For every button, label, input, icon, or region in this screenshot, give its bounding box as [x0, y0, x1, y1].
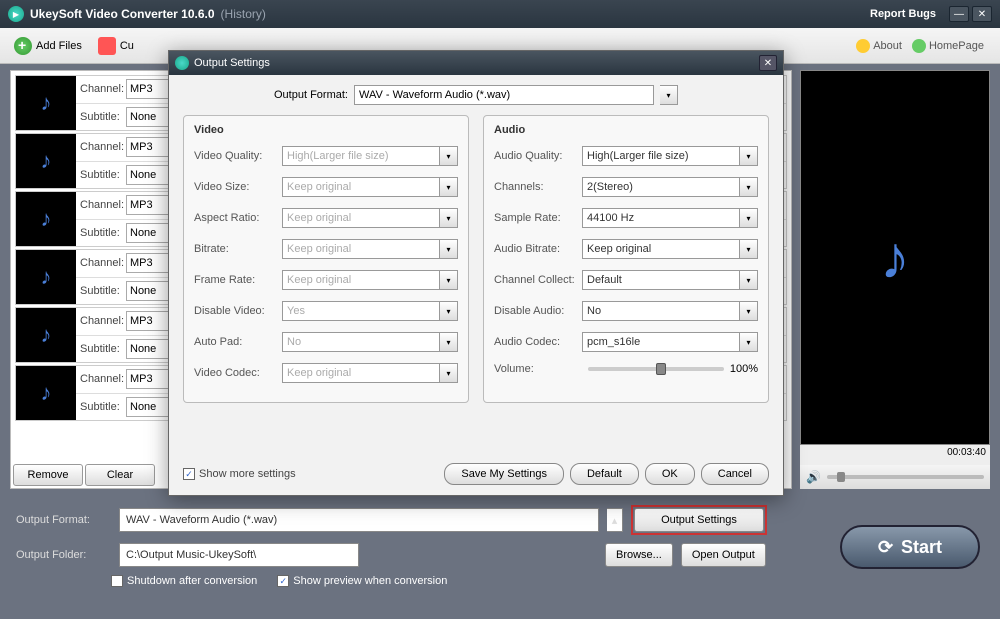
browse-button[interactable]: Browse...	[605, 543, 673, 567]
output-folder-field[interactable]	[119, 543, 359, 567]
clear-button[interactable]: Clear	[85, 464, 155, 486]
chevron-down-icon[interactable]: ▾	[440, 239, 458, 259]
preview-panel: ♪ 00:03:40 🔊	[800, 70, 990, 489]
audio-quality-select[interactable]	[582, 146, 740, 166]
dialog-close-button[interactable]: ✕	[759, 55, 777, 71]
app-title: UkeySoft Video Converter 10.6.0	[30, 7, 215, 21]
add-icon	[14, 37, 32, 55]
save-settings-button[interactable]: Save My Settings	[444, 463, 564, 485]
star-icon	[856, 39, 870, 53]
remove-button[interactable]: Remove	[13, 464, 83, 486]
dialog-logo-icon	[175, 56, 189, 70]
chevron-down-icon[interactable]: ▾	[740, 332, 758, 352]
video-quality-select[interactable]	[282, 146, 440, 166]
bottom-panel: Output Format: ▴ Output Settings Output …	[0, 495, 1000, 619]
volume-icon[interactable]: 🔊	[806, 470, 821, 484]
title-bar: UkeySoft Video Converter 10.6.0 (History…	[0, 0, 1000, 28]
report-bugs-link[interactable]: Report Bugs	[870, 8, 936, 20]
refresh-icon: ⟳	[878, 537, 893, 558]
output-folder-label: Output Folder:	[16, 549, 111, 561]
audio-codec-select[interactable]	[582, 332, 740, 352]
output-format-field[interactable]	[119, 508, 599, 532]
cut-icon	[98, 37, 116, 55]
thumbnail-icon: ♪	[16, 250, 76, 304]
preview-time: 00:03:40	[800, 445, 990, 465]
minimize-button[interactable]: —	[949, 6, 969, 22]
output-settings-dialog: Output Settings ✕ Output Format: ▾ Video…	[168, 50, 784, 496]
thumbnail-icon: ♪	[16, 192, 76, 246]
shutdown-checkbox[interactable]: Shutdown after conversion	[111, 575, 257, 587]
chevron-down-icon[interactable]: ▾	[740, 270, 758, 290]
about-link[interactable]: About	[856, 39, 902, 53]
chevron-down-icon[interactable]: ▾	[740, 301, 758, 321]
cancel-button[interactable]: Cancel	[701, 463, 769, 485]
thumbnail-icon: ♪	[16, 76, 76, 130]
video-frame-select[interactable]	[282, 270, 440, 290]
dialog-output-format-label: Output Format:	[274, 89, 348, 101]
audio-channels-select[interactable]	[582, 177, 740, 197]
volume-slider[interactable]	[827, 475, 984, 479]
chevron-down-icon[interactable]: ▾	[740, 177, 758, 197]
chevron-down-icon[interactable]: ▾	[740, 239, 758, 259]
app-logo-icon	[8, 6, 24, 22]
chevron-down-icon[interactable]: ▾	[440, 208, 458, 228]
audio-bitrate-select[interactable]	[582, 239, 740, 259]
home-icon	[912, 39, 926, 53]
show-more-checkbox[interactable]: ✓ Show more settings	[183, 468, 296, 480]
video-aspect-select[interactable]	[282, 208, 440, 228]
chevron-down-icon[interactable]: ▾	[740, 146, 758, 166]
chevron-down-icon[interactable]: ▾	[440, 301, 458, 321]
ok-button[interactable]: OK	[645, 463, 695, 485]
add-files-button[interactable]: Add Files	[6, 33, 90, 59]
default-button[interactable]: Default	[570, 463, 639, 485]
video-autopad-select[interactable]	[282, 332, 440, 352]
chevron-down-icon[interactable]: ▾	[440, 270, 458, 290]
preview-video[interactable]: ♪	[800, 70, 990, 445]
start-button[interactable]: ⟳ Start	[840, 525, 980, 569]
history-link[interactable]: (History)	[221, 7, 266, 21]
homepage-link[interactable]: HomePage	[912, 39, 984, 53]
output-format-label: Output Format:	[16, 514, 111, 526]
thumbnail-icon: ♪	[16, 134, 76, 188]
chevron-down-icon[interactable]: ▾	[440, 363, 458, 383]
video-bitrate-select[interactable]	[282, 239, 440, 259]
chevron-down-icon[interactable]: ▾	[440, 332, 458, 352]
chevron-down-icon[interactable]: ▾	[440, 146, 458, 166]
thumbnail-icon: ♪	[16, 308, 76, 362]
audio-panel: Audio Audio Quality:▾Channels:▾Sample Ra…	[483, 115, 769, 403]
thumbnail-icon: ♪	[16, 366, 76, 420]
video-panel: Video Video Quality:▾Video Size:▾Aspect …	[183, 115, 469, 403]
chevron-down-icon[interactable]: ▾	[740, 208, 758, 228]
chevron-down-icon[interactable]: ▾	[660, 85, 678, 105]
close-button[interactable]: ✕	[972, 6, 992, 22]
output-settings-highlight: Output Settings	[631, 505, 767, 535]
format-dropdown-icon[interactable]: ▴	[607, 508, 623, 532]
dialog-output-format-select[interactable]	[354, 85, 654, 105]
dialog-title: Output Settings	[194, 57, 270, 69]
output-settings-button[interactable]: Output Settings	[634, 508, 764, 532]
audio-disable-select[interactable]	[582, 301, 740, 321]
video-disable-select[interactable]	[282, 301, 440, 321]
chevron-down-icon[interactable]: ▾	[440, 177, 458, 197]
cut-button[interactable]: Cu	[90, 33, 142, 59]
video-size-select[interactable]	[282, 177, 440, 197]
volume-slider[interactable]	[588, 367, 724, 371]
preview-checkbox[interactable]: ✓Show preview when conversion	[277, 575, 447, 587]
open-output-button[interactable]: Open Output	[681, 543, 766, 567]
video-codec-select[interactable]	[282, 363, 440, 383]
audio-sample-select[interactable]	[582, 208, 740, 228]
audio-collect-select[interactable]	[582, 270, 740, 290]
